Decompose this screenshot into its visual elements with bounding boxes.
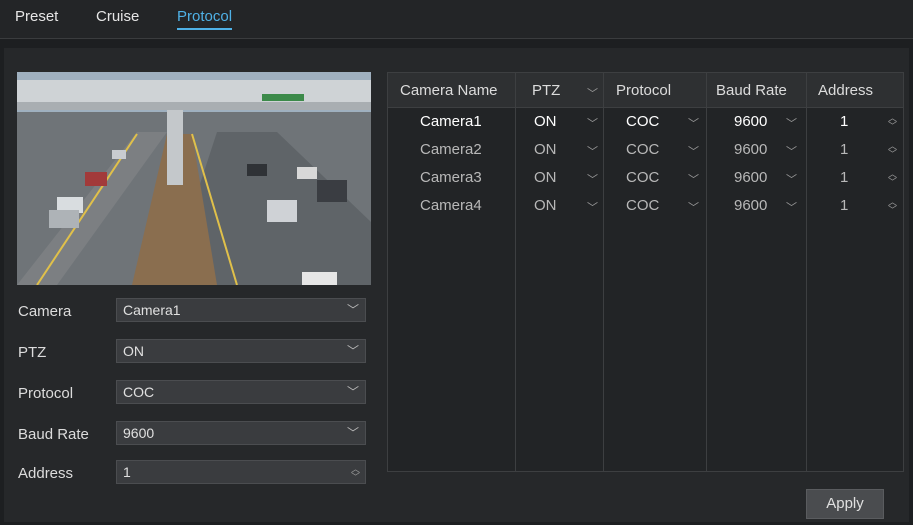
tab-protocol[interactable]: Protocol	[177, 8, 233, 30]
chevron-down-icon[interactable]: ﹀	[786, 171, 797, 187]
baud-rate-cell[interactable]: 9600	[734, 197, 767, 214]
column-header-address: Address	[818, 82, 874, 99]
camera-select[interactable]: Camera1 ﹀	[116, 298, 366, 322]
chevron-down-icon[interactable]: ﹀	[688, 143, 699, 159]
column-header-camera-name: Camera Name	[400, 82, 498, 99]
spinner-arrows-icon[interactable]: ︿ ﹀	[888, 198, 897, 215]
chevron-down-icon[interactable]: ﹀	[688, 115, 699, 131]
ptz-cell[interactable]: ON	[534, 169, 557, 186]
ptz-select-value: ON	[123, 343, 144, 359]
protocol-cell[interactable]: COC	[626, 113, 659, 130]
apply-button[interactable]: Apply	[806, 489, 884, 519]
chevron-down-icon[interactable]: ﹀	[587, 199, 598, 215]
chevron-down-icon: ﹀	[346, 303, 359, 317]
protocol-select-value: COC	[123, 384, 155, 400]
chevron-down-icon[interactable]: ﹀	[786, 115, 797, 131]
spinner-arrows-icon[interactable]: ︿ ﹀	[888, 170, 897, 187]
baud-rate-cell[interactable]: 9600	[734, 169, 767, 186]
chevron-down-icon: ﹀	[346, 344, 359, 358]
camera-protocol-table: Camera Name PTZ ﹀ Protocol Baud Rate Add…	[387, 72, 904, 472]
highway-scene-image	[17, 72, 371, 285]
chevron-down-icon[interactable]: ﹀	[587, 171, 598, 187]
baud-rate-cell[interactable]: 9600	[734, 113, 767, 130]
column-header-ptz: PTZ	[532, 82, 561, 99]
ptz-cell[interactable]: ON	[534, 141, 557, 158]
protocol-cell[interactable]: COC	[626, 169, 659, 186]
chevron-down-icon[interactable]: ﹀	[587, 85, 598, 101]
chevron-down-icon: ﹀	[346, 385, 359, 399]
spinner-arrows-icon[interactable]: ︿ ﹀	[351, 465, 360, 482]
address-row: Address 1 ︿ ﹀	[18, 460, 370, 488]
baud-rate-cell[interactable]: 9600	[734, 141, 767, 158]
column-header-protocol: Protocol	[616, 82, 672, 99]
spinner-arrows-icon[interactable]: ︿ ﹀	[888, 142, 897, 159]
table-header: Camera Name PTZ ﹀ Protocol Baud Rate Add…	[388, 73, 903, 108]
protocol-cell[interactable]: COC	[626, 141, 659, 158]
tab-preset[interactable]: Preset	[15, 8, 58, 25]
tab-bar: Preset Cruise Protocol	[0, 0, 913, 39]
protocol-label: Protocol	[18, 385, 74, 402]
column-header-baud-rate: Baud Rate	[716, 82, 787, 99]
address-cell[interactable]: 1	[840, 113, 848, 130]
chevron-down-icon[interactable]: ﹀	[786, 199, 797, 215]
camera-row: Camera Camera1 ﹀	[18, 298, 370, 326]
address-label: Address	[18, 465, 74, 482]
camera-select-value: Camera1	[123, 302, 181, 318]
chevron-down-icon[interactable]: ﹀	[587, 115, 598, 131]
chevron-down-icon[interactable]: ﹀	[786, 143, 797, 159]
camera-preview	[17, 72, 371, 285]
chevron-down-icon[interactable]: ﹀	[688, 171, 699, 187]
address-stepper[interactable]: 1 ︿ ﹀	[116, 460, 366, 484]
table-row[interactable]: Camera1 ON ﹀ COC ﹀ 9600 ﹀ 1 ︿ ﹀	[388, 109, 903, 137]
address-cell[interactable]: 1	[840, 141, 848, 158]
ptz-select[interactable]: ON ﹀	[116, 339, 366, 363]
protocol-cell[interactable]: COC	[626, 197, 659, 214]
ptz-label: PTZ	[18, 344, 47, 361]
address-cell[interactable]: 1	[840, 169, 848, 186]
protocol-row: Protocol COC ﹀	[18, 380, 370, 408]
baud-rate-select-value: 9600	[123, 425, 155, 441]
camera-name-cell: Camera2	[420, 141, 482, 158]
camera-name-cell: Camera1	[420, 113, 482, 130]
table-row[interactable]: Camera4 ON ﹀ COC ﹀ 9600 ﹀ 1 ︿ ﹀	[388, 193, 903, 221]
baud-rate-label: Baud Rate	[18, 426, 89, 443]
chevron-down-icon[interactable]: ﹀	[688, 199, 699, 215]
protocol-select[interactable]: COC ﹀	[116, 380, 366, 404]
camera-name-cell: Camera3	[420, 169, 482, 186]
chevron-down-icon: ﹀	[346, 426, 359, 440]
ptz-row: PTZ ON ﹀	[18, 339, 370, 367]
chevron-down-icon[interactable]: ﹀	[587, 143, 598, 159]
ptz-cell[interactable]: ON	[534, 197, 557, 214]
spinner-arrows-icon[interactable]: ︿ ﹀	[888, 114, 897, 131]
baud-rate-select[interactable]: 9600 ﹀	[116, 421, 366, 445]
table-row[interactable]: Camera3 ON ﹀ COC ﹀ 9600 ﹀ 1 ︿ ﹀	[388, 165, 903, 193]
camera-label: Camera	[18, 303, 72, 320]
camera-name-cell: Camera4	[420, 197, 482, 214]
table-row[interactable]: Camera2 ON ﹀ COC ﹀ 9600 ﹀ 1 ︿ ﹀	[388, 137, 903, 165]
baud-rate-row: Baud Rate 9600 ﹀	[18, 421, 370, 449]
tab-cruise[interactable]: Cruise	[96, 8, 139, 25]
address-stepper-value: 1	[123, 464, 131, 480]
address-cell[interactable]: 1	[840, 197, 848, 214]
ptz-cell[interactable]: ON	[534, 113, 557, 130]
